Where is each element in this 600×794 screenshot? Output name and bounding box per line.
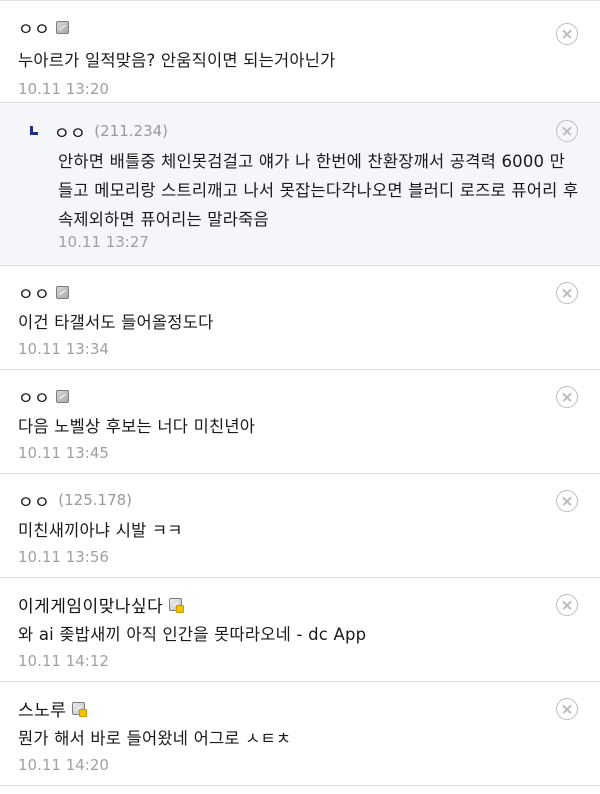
comment-item: ㅇㅇ 누아르가 일적맞음? 안움직이면 되는거아닌가 10.11 13:20 [0, 1, 600, 103]
comment-header: ㅇㅇ [18, 280, 70, 305]
comment-list: ㅇㅇ 누아르가 일적맞음? 안움직이면 되는거아닌가 10.11 13:20 ㅇ… [0, 0, 600, 786]
comment-text: 다음 노벨상 후보는 너다 미친년아 [18, 417, 256, 436]
delete-comment-button[interactable] [556, 23, 578, 45]
gallog-fixed-icon[interactable] [72, 701, 88, 717]
gallog-icon[interactable] [56, 389, 70, 403]
gallog-icon[interactable] [56, 285, 70, 299]
comment-nickname[interactable]: 스노루 [18, 696, 66, 721]
comment-text: 미친새끼아냐 시발 ㅋㅋ [18, 521, 183, 540]
comment-nickname[interactable]: ㅇㅇ [18, 15, 50, 40]
comment-header: ㅇㅇ (125.178) [18, 488, 133, 513]
comment-text: 이건 타갤서도 들어올정도다 [18, 313, 214, 332]
comment-header: 이게게임이맞나싶다 [18, 592, 185, 617]
delete-comment-button[interactable] [556, 594, 578, 616]
reply-arrow-icon [30, 125, 38, 135]
comment-text: 안하면 배틀중 체인못검걸고 얘가 나 한번에 찬환장깨서 공격력 6000 만… [58, 152, 579, 229]
comment-date: 10.11 13:27 [58, 233, 149, 251]
reply-comment-item: ㅇㅇ (211.234) 안하면 배틀중 체인못검걸고 얘가 나 한번에 찬환장… [0, 103, 600, 266]
delete-comment-button[interactable] [556, 490, 578, 512]
comment-nickname[interactable]: ㅇㅇ [18, 488, 50, 513]
gallog-icon[interactable] [56, 20, 70, 34]
comment-text: 누아르가 일적맞음? 안움직이면 되는거아닌가 [18, 51, 336, 70]
comment-ip: (125.178) [58, 491, 133, 509]
delete-comment-button[interactable] [556, 282, 578, 304]
comment-date: 10.11 14:20 [18, 756, 109, 774]
comment-date: 10.11 13:34 [18, 340, 109, 358]
comment-text: 뭔가 해서 바로 들어왔네 어그로 ㅅㅌㅊ [18, 729, 292, 748]
comment-nickname[interactable]: ㅇㅇ [18, 280, 50, 305]
comment-item: ㅇㅇ 다음 노벨상 후보는 너다 미친년아 10.11 13:45 [0, 370, 600, 474]
comment-ip: (211.234) [94, 122, 169, 140]
comment-header: ㅇㅇ [18, 384, 70, 409]
delete-comment-button[interactable] [556, 386, 578, 408]
comment-nickname[interactable]: ㅇㅇ [18, 384, 50, 409]
comment-date: 10.11 13:56 [18, 548, 109, 566]
comment-date: 10.11 13:45 [18, 444, 109, 462]
delete-comment-button[interactable] [556, 120, 578, 142]
comment-nickname[interactable]: ㅇㅇ [54, 119, 86, 144]
comment-text: 와 ai 좆밥새끼 아직 인간을 못따라오네 - dc App [18, 625, 367, 644]
comment-header: 스노루 [18, 696, 88, 721]
comment-header: ㅇㅇ (211.234) [30, 119, 169, 144]
comment-item: ㅇㅇ (125.178) 미친새끼아냐 시발 ㅋㅋ 10.11 13:56 [0, 474, 600, 578]
delete-comment-button[interactable] [556, 698, 578, 720]
comment-item: 스노루 뭔가 해서 바로 들어왔네 어그로 ㅅㅌㅊ 10.11 14:20 [0, 682, 600, 786]
gallog-fixed-icon[interactable] [169, 597, 185, 613]
comment-date: 10.11 14:12 [18, 652, 109, 670]
comment-date: 10.11 13:20 [18, 80, 109, 98]
comment-item: ㅇㅇ 이건 타갤서도 들어올정도다 10.11 13:34 [0, 266, 600, 370]
comment-item: 이게게임이맞나싶다 와 ai 좆밥새끼 아직 인간을 못따라오네 - dc Ap… [0, 578, 600, 682]
comment-nickname[interactable]: 이게게임이맞나싶다 [18, 592, 163, 617]
comment-header: ㅇㅇ [18, 15, 70, 40]
